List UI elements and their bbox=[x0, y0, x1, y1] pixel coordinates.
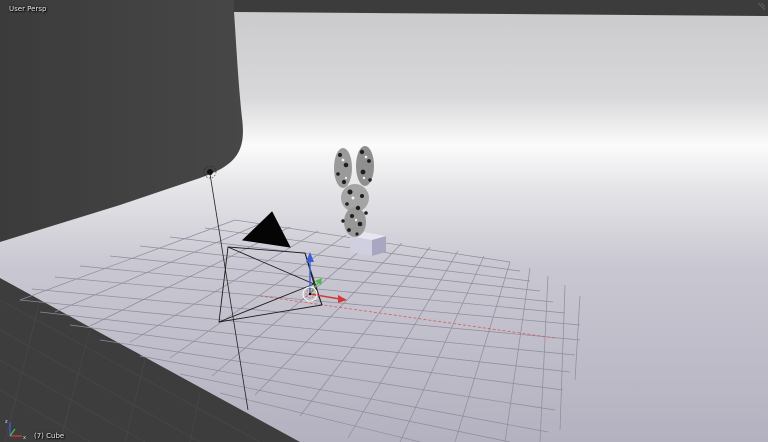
svg-text:x: x bbox=[23, 435, 26, 440]
scene-canvas[interactable] bbox=[0, 0, 768, 442]
svg-text:z: z bbox=[5, 419, 8, 425]
view-name-label: User Persp bbox=[9, 5, 47, 13]
3d-viewport[interactable]: User Persp z x (7) Cube bbox=[0, 0, 768, 442]
view-axis-gizmo-icon: z x bbox=[5, 419, 26, 440]
viewport-split-corner-icon[interactable] bbox=[755, 3, 765, 13]
active-object-label: (7) Cube bbox=[34, 432, 65, 440]
